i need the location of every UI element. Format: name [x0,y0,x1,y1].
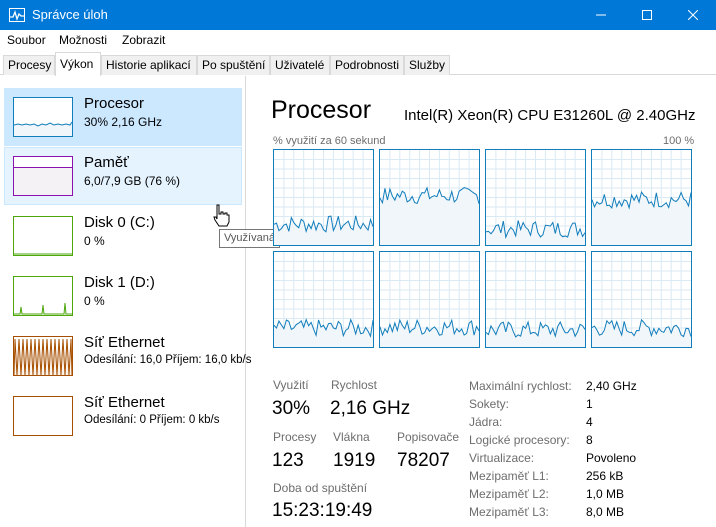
disk1-thumbnail [13,276,73,316]
detail-value: 8 [586,433,593,447]
detail-value: 256 kB [586,469,624,483]
disk0-thumbnail [13,216,73,256]
tab-vykon[interactable]: Výkon [55,52,101,76]
cpu-core-graph [379,149,480,246]
tab-po-spusteni[interactable]: Po spuštění [197,55,270,75]
resource-detail: 0 % [84,294,105,308]
title-bar: Správce úloh [0,0,716,30]
minimize-icon [596,14,606,16]
resource-detail: Odesílání: 0 Příjem: 0 kb/s [84,414,220,426]
menu-soubor[interactable]: Soubor [7,33,46,47]
detail-value: 1,0 MB [586,487,625,501]
detail-label: Virtualizace: [469,451,535,465]
detail-label: Mezipaměť L3: [469,505,549,519]
resource-detail: 6,0/7,9 GB (76 %) [84,174,181,188]
cpu-core-graphs [273,149,692,353]
detail-value: 1 [586,397,593,411]
processes-label: Procesy [273,430,317,444]
resource-cpu[interactable]: Procesor 30% 2,16 GHz [4,88,242,146]
handles-value: 78207 [397,450,450,471]
resource-disk-1[interactable]: Disk 1 (D:) 0 % [4,267,242,325]
maximize-icon [642,10,652,20]
close-button[interactable] [670,0,716,30]
cpu-core-graph [591,251,692,348]
usage-value: 30% [272,398,311,419]
resource-name: Disk 0 (C:) [84,214,155,231]
tab-historie-aplikaci[interactable]: Historie aplikací [101,55,197,75]
graph-max-label: 100 % [663,135,695,147]
speed-value: 2,16 GHz [330,398,411,419]
threads-value: 1919 [333,450,376,471]
resource-disk-0[interactable]: Disk 0 (C:) 0 % [4,207,242,265]
threads-label: Vlákna [333,430,370,444]
detail-label: Jádra: [469,415,503,429]
resource-ethernet-2[interactable]: Síť Ethernet Odesílání: 0 Příjem: 0 kb/s [4,387,242,445]
tab-podrobnosti[interactable]: Podrobnosti [330,55,404,75]
memory-thumbnail [13,156,73,196]
task-manager-icon [9,8,25,22]
detail-value: 8,0 MB [586,505,625,519]
menu-bar: Soubor Možnosti Zobrazit [0,30,716,52]
page-title: Procesor [271,96,372,124]
window-title: Správce úloh [32,7,108,22]
resource-list: Procesor 30% 2,16 GHz Paměť 6,0/7,9 GB (… [0,76,251,527]
resource-detail: 0 % [84,234,105,248]
processes-value: 123 [272,450,304,471]
uptime-label: Doba od spuštění [273,481,368,495]
detail-label: Mezipaměť L1: [469,469,549,483]
cpu-core-graph [273,251,374,348]
cpu-thumbnail [13,97,73,137]
cpu-core-graph [273,149,374,246]
ethernet2-thumbnail [13,396,73,436]
menu-zobrazit[interactable]: Zobrazit [122,33,165,47]
resource-name: Síť Ethernet [84,334,165,351]
detail-value: 2,40 GHz [586,379,637,393]
close-icon [688,10,698,20]
tab-uzivatele[interactable]: Uživatelé [270,55,330,75]
cpu-core-graph [485,251,586,348]
resource-name: Paměť [84,154,129,171]
detail-label: Sokety: [469,397,510,411]
resource-name: Procesor [84,95,145,112]
detail-value: Povoleno [586,451,637,465]
handles-label: Popisovače [397,430,460,444]
cpu-core-graph [379,251,480,348]
detail-value: 4 [586,415,593,429]
resource-name: Síť Ethernet [84,394,165,411]
cpu-model: Intel(R) Xeon(R) CPU E31260L @ 2.40GHz [404,107,696,124]
resource-name: Disk 1 (D:) [84,274,155,291]
resource-ethernet-1[interactable]: Síť Ethernet Odesílání: 16,0 Příjem: 16,… [4,327,251,385]
detail-label: Mezipaměť L2: [469,487,549,501]
resource-detail: 30% 2,16 GHz [84,115,163,129]
cpu-core-graph [485,149,586,246]
minimize-button[interactable] [578,0,624,30]
tab-bar: Procesy Výkon Historie aplikací Po spušt… [0,52,716,76]
graph-label: % využití za 60 sekund [273,135,386,147]
resource-memory[interactable]: Paměť 6,0/7,9 GB (76 %) [4,147,242,205]
hand-cursor-icon [212,204,230,233]
detail-label: Logické procesory: [469,433,570,447]
tab-sluzby[interactable]: Služby [404,55,450,75]
ethernet1-thumbnail [13,336,73,376]
menu-moznosti[interactable]: Možnosti [59,33,107,47]
cpu-core-graph [591,149,692,246]
usage-label: Využití [273,378,309,392]
maximize-button[interactable] [624,0,670,30]
tab-procesy[interactable]: Procesy [3,55,55,75]
uptime-value: 15:23:19:49 [272,500,373,521]
resource-detail: Odesílání: 16,0 Příjem: 16,0 kb/s [84,354,252,366]
detail-label: Maximální rychlost: [469,379,572,393]
speed-label: Rychlost [331,378,378,392]
